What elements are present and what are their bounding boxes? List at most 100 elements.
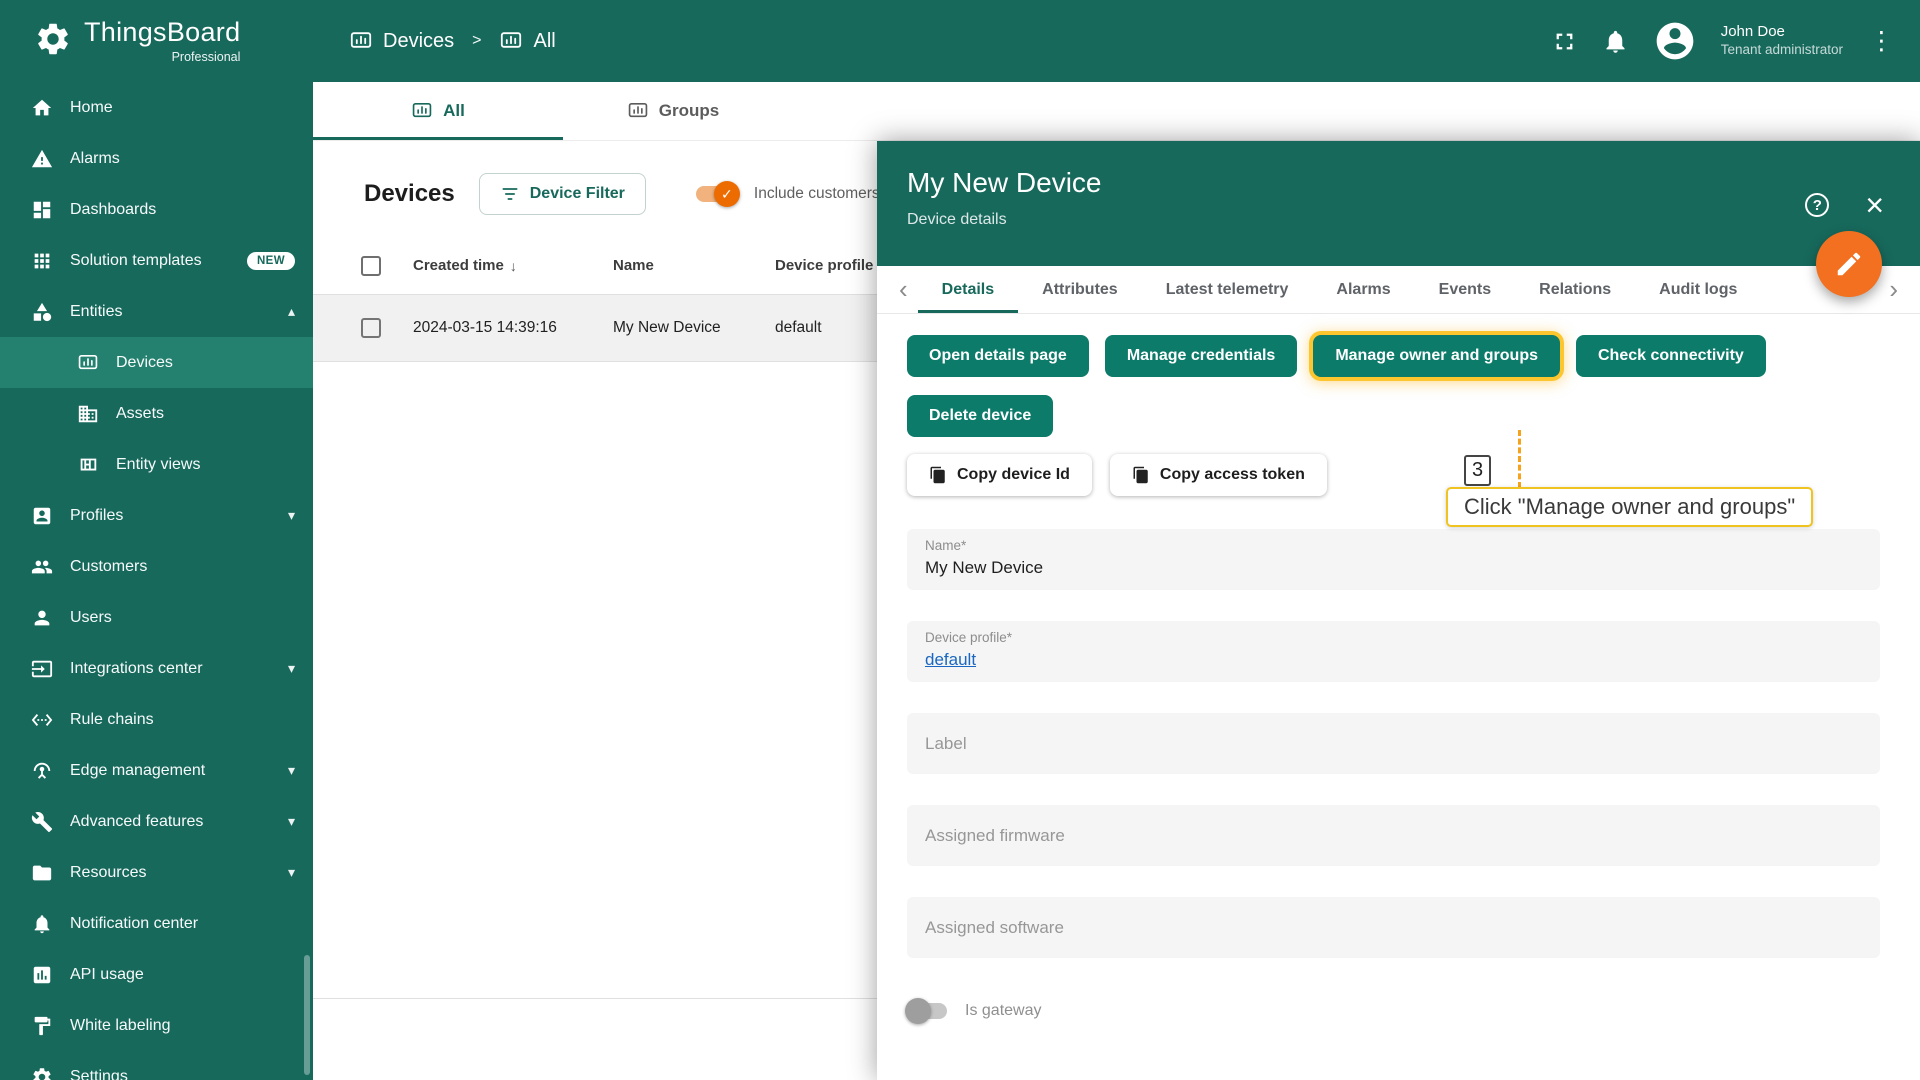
chevron-right-icon[interactable]: ›: [1879, 266, 1908, 313]
dashboards-icon: [30, 199, 54, 221]
sidebar-item-devices[interactable]: Devices: [0, 337, 313, 388]
thingsboard-logo-icon: [34, 20, 72, 63]
sidebar-item-label: Assets: [116, 404, 165, 422]
api-usage-icon: [30, 964, 54, 986]
breadcrumb-label: All: [533, 29, 556, 52]
entity-tabs: All Groups: [313, 82, 1920, 141]
more-vert-icon[interactable]: ⋮: [1867, 28, 1896, 54]
sidebar-item-label: Profiles: [70, 506, 124, 524]
sidebar-item-settings[interactable]: Settings: [0, 1051, 313, 1080]
advanced-features-icon: [30, 811, 54, 833]
app-edition: Professional: [171, 49, 241, 64]
tab-details[interactable]: Details: [917, 266, 1019, 313]
copy-access-token-button[interactable]: Copy access token: [1109, 454, 1327, 496]
tab-relations[interactable]: Relations: [1515, 266, 1635, 313]
sidebar-item-label: API usage: [70, 965, 144, 983]
check-connectivity-button[interactable]: Check connectivity: [1576, 335, 1766, 377]
pencil-icon: [1837, 252, 1861, 276]
page-title: Devices: [364, 180, 455, 207]
manage-credentials-button[interactable]: Manage credentials: [1104, 335, 1298, 377]
sidebar-item-entities[interactable]: Entities ▴: [0, 286, 313, 337]
sidebar-item-profiles[interactable]: Profiles ▾: [0, 490, 313, 541]
sidebar-item-alarms[interactable]: Alarms: [0, 133, 313, 184]
tab-all[interactable]: All: [313, 82, 563, 140]
new-badge: NEW: [246, 251, 295, 270]
tab-audit-logs[interactable]: Audit logs: [1635, 266, 1761, 313]
device-details-form: Name* My New Device Device profile* defa…: [905, 529, 1880, 1024]
tab-alarms[interactable]: Alarms: [1312, 266, 1414, 313]
breadcrumb-all[interactable]: All: [499, 29, 556, 53]
fullscreen-icon[interactable]: [1551, 28, 1578, 55]
thingsboard-app: ThingsBoard Professional Home Alarms Das…: [0, 0, 1920, 1080]
column-created-time[interactable]: Created time ↓: [413, 257, 613, 274]
row-checkbox[interactable]: [361, 318, 381, 338]
sidebar-item-integrations-center[interactable]: Integrations center ▾: [0, 643, 313, 694]
delete-device-button[interactable]: Delete device: [907, 395, 1054, 437]
sidebar-item-notification-center[interactable]: Notification center: [0, 898, 313, 949]
sidebar-item-label: Advanced features: [70, 812, 204, 830]
chevron-down-icon: ▾: [287, 507, 295, 523]
copy-icon: [1133, 466, 1148, 484]
breadcrumb-label: Devices: [383, 29, 455, 52]
avatar[interactable]: [1653, 19, 1697, 63]
sidebar-item-label: Resources: [70, 863, 147, 881]
manage-owner-and-groups-button[interactable]: Manage owner and groups: [1313, 335, 1560, 377]
assigned-software-field[interactable]: Assigned software: [907, 897, 1880, 958]
help-icon[interactable]: ?: [1805, 193, 1830, 217]
name-field-label: Name*: [925, 538, 967, 553]
chevron-left-icon[interactable]: ‹: [889, 266, 918, 313]
app-logo[interactable]: ThingsBoard Professional: [0, 0, 313, 82]
sidebar-item-entity-views[interactable]: Entity views: [0, 439, 313, 490]
notifications-bell-icon[interactable]: [1602, 28, 1629, 55]
sidebar-item-api-usage[interactable]: API usage: [0, 949, 313, 1000]
sidebar-item-rule-chains[interactable]: Rule chains: [0, 694, 313, 745]
tab-latest-telemetry[interactable]: Latest telemetry: [1142, 266, 1313, 313]
integrations-icon: [30, 658, 54, 680]
column-name[interactable]: Name: [613, 257, 775, 274]
sidebar-item-home[interactable]: Home: [0, 82, 313, 133]
label-field[interactable]: Label: [907, 713, 1880, 774]
device-profile-field[interactable]: Device profile* default: [907, 621, 1880, 682]
copy-device-id-button[interactable]: Copy device Id: [907, 454, 1092, 496]
sidebar-item-resources[interactable]: Resources ▾: [0, 847, 313, 898]
include-customers-toggle[interactable]: ✓ Include customers: [695, 181, 880, 207]
sidebar-item-advanced-features[interactable]: Advanced features ▾: [0, 796, 313, 847]
sidebar-scrollbar[interactable]: [304, 955, 310, 1075]
user-info[interactable]: John Doe Tenant administrator: [1721, 23, 1843, 59]
name-field[interactable]: Name* My New Device: [907, 529, 1880, 590]
device-profile-link[interactable]: default: [925, 650, 976, 670]
sidebar-item-label: Home: [70, 98, 113, 116]
copy-icon: [930, 466, 945, 484]
users-icon: [30, 607, 54, 629]
tab-attributes[interactable]: Attributes: [1018, 266, 1142, 313]
sidebar-item-dashboards[interactable]: Dashboards: [0, 184, 313, 235]
tab-events[interactable]: Events: [1415, 266, 1515, 313]
home-icon: [30, 97, 54, 119]
white-labeling-icon: [30, 1015, 54, 1037]
sidebar-item-users[interactable]: Users: [0, 592, 313, 643]
device-filter-button[interactable]: Device Filter: [478, 173, 646, 215]
assigned-firmware-field[interactable]: Assigned firmware: [907, 805, 1880, 866]
sidebar-item-edge-management[interactable]: Edge management ▾: [0, 745, 313, 796]
sidebar-item-white-labeling[interactable]: White labeling: [0, 1000, 313, 1051]
close-icon[interactable]: ×: [1865, 189, 1884, 221]
breadcrumb-devices[interactable]: Devices: [349, 29, 454, 53]
sidebar-item-customers[interactable]: Customers: [0, 541, 313, 592]
sidebar-item-label: Dashboards: [70, 200, 157, 218]
sidebar: ThingsBoard Professional Home Alarms Das…: [0, 0, 313, 1080]
open-details-page-button[interactable]: Open details page: [907, 335, 1089, 377]
edit-fab-button[interactable]: [1816, 231, 1882, 297]
entity-views-icon: [76, 454, 100, 476]
sidebar-item-assets[interactable]: Assets: [0, 388, 313, 439]
is-gateway-toggle[interactable]: Is gateway: [905, 998, 1880, 1024]
sidebar-item-solution-templates[interactable]: Solution templates NEW: [0, 235, 313, 286]
sidebar-item-label: Edge management: [70, 761, 206, 779]
panel-body: Open details page Manage credentials Man…: [877, 335, 1920, 1024]
panel-tabs: ‹ Details Attributes Latest telemetry Al…: [877, 266, 1920, 314]
tab-groups[interactable]: Groups: [563, 82, 783, 140]
sidebar-nav: Home Alarms Dashboards Solution template…: [0, 82, 313, 1080]
select-all-checkbox[interactable]: [361, 255, 381, 276]
device-details-panel: My New Device Device details ? × ‹ Detai…: [877, 141, 1920, 1080]
chevron-down-icon: ▾: [287, 813, 295, 829]
app-name: ThingsBoard: [84, 16, 241, 47]
